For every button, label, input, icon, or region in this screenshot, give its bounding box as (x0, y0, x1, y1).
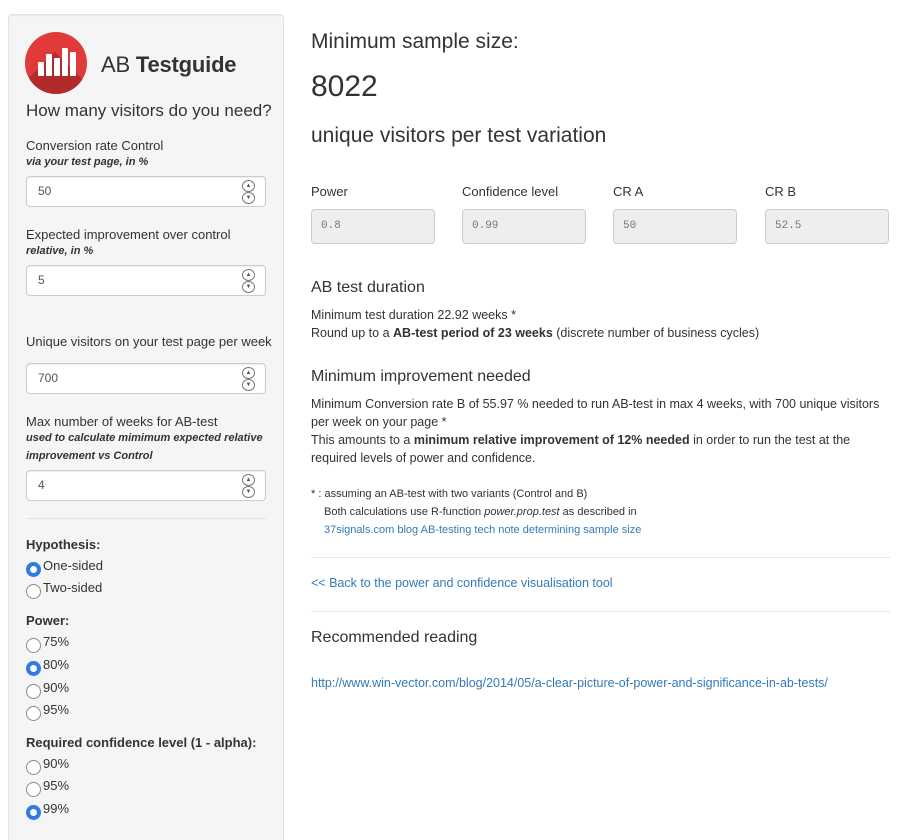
signals-blog-link[interactable]: 37signals.com blog AB-testing tech note … (324, 524, 641, 536)
main-content: Minimum sample size: 8022 unique visitor… (311, 0, 891, 840)
duration-title: AB test duration (311, 279, 425, 296)
param-power: Power 0.8 (311, 184, 435, 244)
sample-size-value: 8022 (311, 70, 378, 103)
chevron-down-icon[interactable]: ▼ (242, 281, 255, 293)
section-divider (311, 611, 890, 612)
reading-title: Recommended reading (311, 629, 478, 646)
radio-conf-90[interactable]: 90% (26, 755, 226, 777)
param-cr-a-field: 50 (613, 209, 737, 244)
sidebar-divider (26, 518, 266, 519)
radio-conf-99[interactable]: 99% (26, 800, 226, 822)
number-spinner[interactable]: ▲ ▼ (242, 269, 255, 293)
confidence-title: Required confidence level (1 - alpha): (26, 735, 257, 750)
chevron-up-icon[interactable]: ▲ (242, 180, 255, 192)
param-confidence: Confidence level 0.99 (462, 184, 586, 244)
brand[interactable]: AB Testguide (25, 32, 255, 94)
param-cr-b: CR B 52.5 (765, 184, 889, 244)
visitors-label: Unique visitors on your test page per we… (26, 334, 272, 349)
chevron-down-icon[interactable]: ▼ (242, 192, 255, 204)
cr-control-sublabel: via your test page, in % (26, 156, 149, 168)
max-weeks-input[interactable]: 4 ▲ ▼ (26, 470, 266, 501)
chevron-down-icon[interactable]: ▼ (242, 486, 255, 498)
back-link[interactable]: << Back to the power and confidence visu… (311, 576, 613, 590)
hypothesis-title: Hypothesis: (26, 537, 101, 552)
improvement-title: Minimum improvement needed (311, 368, 531, 385)
improvement-input[interactable]: 5 ▲ ▼ (26, 265, 266, 296)
max-weeks-sublabel: used to calculate mimimum expected relat… (26, 432, 263, 462)
power-title: Power: (26, 613, 70, 628)
radio-empty-icon[interactable] (26, 706, 41, 721)
param-cr-b-field: 52.5 (765, 209, 889, 244)
cr-control-label: Conversion rate Control (26, 138, 164, 153)
improvement-text: Minimum Conversion rate B of 55.97 % nee… (311, 397, 880, 465)
chevron-up-icon[interactable]: ▲ (242, 474, 255, 486)
footnote: * : assuming an AB-test with two variant… (311, 488, 642, 536)
radio-empty-icon[interactable] (26, 584, 41, 599)
reading-link[interactable]: http://www.win-vector.com/blog/2014/05/a… (311, 676, 828, 690)
sidebar-panel: AB Testguide How many visitors do you ne… (8, 14, 284, 840)
radio-power-90[interactable]: 90% (26, 679, 226, 701)
radio-empty-icon[interactable] (26, 760, 41, 775)
duration-text: Minimum test duration 22.92 weeks * Roun… (311, 308, 760, 340)
param-confidence-field: 0.99 (462, 209, 586, 244)
sample-size-heading: Minimum sample size: (311, 30, 519, 53)
radio-power-95[interactable]: 95% (26, 701, 226, 723)
section-divider (311, 557, 890, 558)
radio-selected-icon[interactable] (26, 562, 41, 577)
number-spinner[interactable]: ▲ ▼ (242, 367, 255, 391)
visitors-input[interactable]: 700 ▲ ▼ (26, 363, 266, 394)
number-spinner[interactable]: ▲ ▼ (242, 474, 255, 498)
param-power-field: 0.8 (311, 209, 435, 244)
sidebar-question: How many visitors do you need? (26, 101, 272, 120)
improvement-sublabel: relative, in % (26, 245, 94, 257)
radio-one-sided[interactable]: One-sided (26, 557, 226, 579)
number-spinner[interactable]: ▲ ▼ (242, 180, 255, 204)
radio-conf-95[interactable]: 95% (26, 777, 226, 799)
radio-power-75[interactable]: 75% (26, 633, 226, 655)
max-weeks-label: Max number of weeks for AB-test (26, 414, 218, 429)
radio-empty-icon[interactable] (26, 638, 41, 653)
cr-control-input[interactable]: 50 ▲ ▼ (26, 176, 266, 207)
improvement-label: Expected improvement over control (26, 227, 231, 242)
chevron-up-icon[interactable]: ▲ (242, 367, 255, 379)
chevron-up-icon[interactable]: ▲ (242, 269, 255, 281)
radio-two-sided[interactable]: Two-sided (26, 579, 226, 601)
brand-name: AB Testguide (101, 52, 237, 77)
bar-chart-icon (25, 32, 87, 94)
radio-empty-icon[interactable] (26, 684, 41, 699)
sample-size-unit: unique visitors per test variation (311, 124, 607, 147)
radio-selected-icon[interactable] (26, 805, 41, 820)
param-cr-a: CR A 50 (613, 184, 737, 244)
chevron-down-icon[interactable]: ▼ (242, 379, 255, 391)
radio-empty-icon[interactable] (26, 782, 41, 797)
radio-power-80[interactable]: 80% (26, 656, 226, 678)
radio-selected-icon[interactable] (26, 661, 41, 676)
